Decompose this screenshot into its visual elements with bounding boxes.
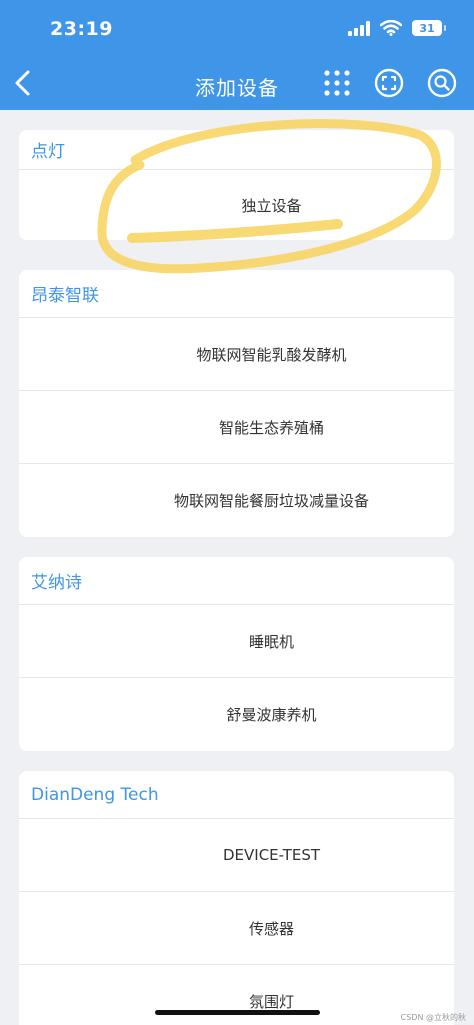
wifi-icon: [380, 20, 402, 36]
section-card-diandeng: 点灯 独立设备: [19, 130, 454, 240]
battery-level: 31: [419, 21, 435, 35]
device-item[interactable]: DEVICE-TEST: [19, 819, 454, 892]
scan-button[interactable]: [373, 67, 405, 99]
section-card-ainashi: 艾纳诗 睡眠机 舒曼波康养机: [19, 557, 454, 751]
signal-icon: [348, 20, 370, 36]
battery-icon: 31: [412, 20, 446, 36]
nav-header: 23:19 31 添加设备: [0, 0, 474, 110]
scan-icon: [374, 68, 404, 98]
section-title: 艾纳诗: [19, 557, 454, 605]
device-item[interactable]: 物联网智能乳酸发酵机: [19, 318, 454, 391]
search-icon: [427, 68, 457, 98]
status-time: 23:19: [50, 18, 113, 40]
section-card-angtai: 昂泰智联 物联网智能乳酸发酵机 智能生态养殖桶 物联网智能餐厨垃圾减量设备: [19, 270, 454, 537]
grid-icon: [324, 70, 350, 96]
chevron-left-icon: [15, 70, 30, 96]
section-title: 昂泰智联: [19, 270, 454, 318]
section-card-diandeng-tech: DianDeng Tech DEVICE-TEST 传感器 氛围灯: [19, 771, 454, 1025]
device-item[interactable]: 睡眠机: [19, 605, 454, 678]
device-item[interactable]: 氛围灯: [19, 965, 454, 1025]
section-title: DianDeng Tech: [19, 771, 454, 819]
status-icons: 31: [348, 20, 446, 36]
device-item[interactable]: 物联网智能餐厨垃圾减量设备: [19, 464, 454, 537]
device-item[interactable]: 传感器: [19, 892, 454, 965]
home-indicator: [155, 1010, 320, 1015]
back-button[interactable]: [8, 66, 36, 100]
watermark: CSDN @立秋的秋: [400, 1013, 466, 1022]
device-item[interactable]: 智能生态养殖桶: [19, 391, 454, 464]
device-item[interactable]: 独立设备: [19, 170, 454, 240]
grid-menu-button[interactable]: [321, 67, 353, 99]
section-title: 点灯: [19, 130, 454, 170]
device-item[interactable]: 舒曼波康养机: [19, 678, 454, 751]
search-button[interactable]: [426, 67, 458, 99]
